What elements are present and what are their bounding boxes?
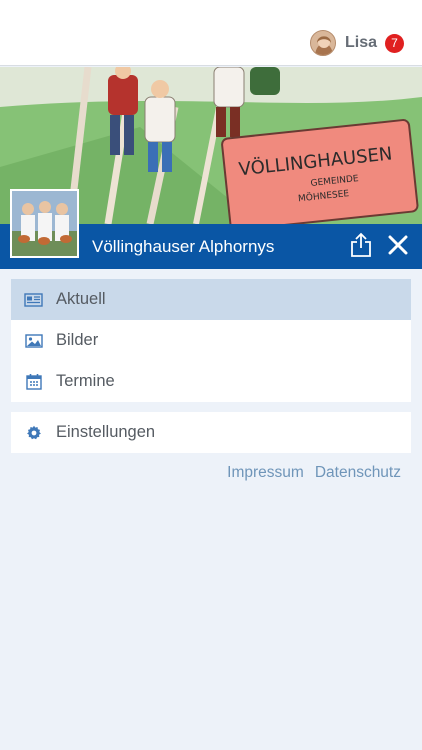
footer-links: Impressum Datenschutz xyxy=(227,464,401,482)
menu-label-bilder: Bilder xyxy=(56,331,99,349)
calendar-icon xyxy=(24,373,43,390)
settings-menu: Einstellungen xyxy=(11,412,411,453)
group-title: Völlinghauser Alphornys xyxy=(92,237,275,256)
menu-item-termine[interactable]: Termine xyxy=(11,361,411,402)
menu-label-einstellungen: Einstellungen xyxy=(56,423,156,441)
close-icon[interactable] xyxy=(388,235,408,255)
menu-item-einstellungen[interactable]: Einstellungen xyxy=(11,412,411,453)
gear-icon xyxy=(24,424,43,441)
user-avatar[interactable] xyxy=(309,30,336,56)
user-name[interactable]: Lisa xyxy=(345,34,377,52)
notification-badge[interactable]: 7 xyxy=(385,33,404,53)
share-icon[interactable] xyxy=(350,232,372,258)
group-avatar[interactable] xyxy=(10,189,79,258)
menu-label-termine: Termine xyxy=(56,372,115,390)
menu-item-aktuell[interactable]: Aktuell xyxy=(11,279,411,320)
menu-label-aktuell: Aktuell xyxy=(56,290,106,308)
datenschutz-link[interactable]: Datenschutz xyxy=(315,464,401,482)
group-menu: Aktuell Bilder Termine xyxy=(11,279,411,402)
menu-item-bilder[interactable]: Bilder xyxy=(11,320,411,361)
user-menu[interactable]: Lisa 7 xyxy=(309,30,404,56)
top-bar: Lisa 7 xyxy=(0,0,422,66)
news-icon xyxy=(24,291,43,308)
impressum-link[interactable]: Impressum xyxy=(227,464,304,482)
image-icon xyxy=(24,332,43,349)
